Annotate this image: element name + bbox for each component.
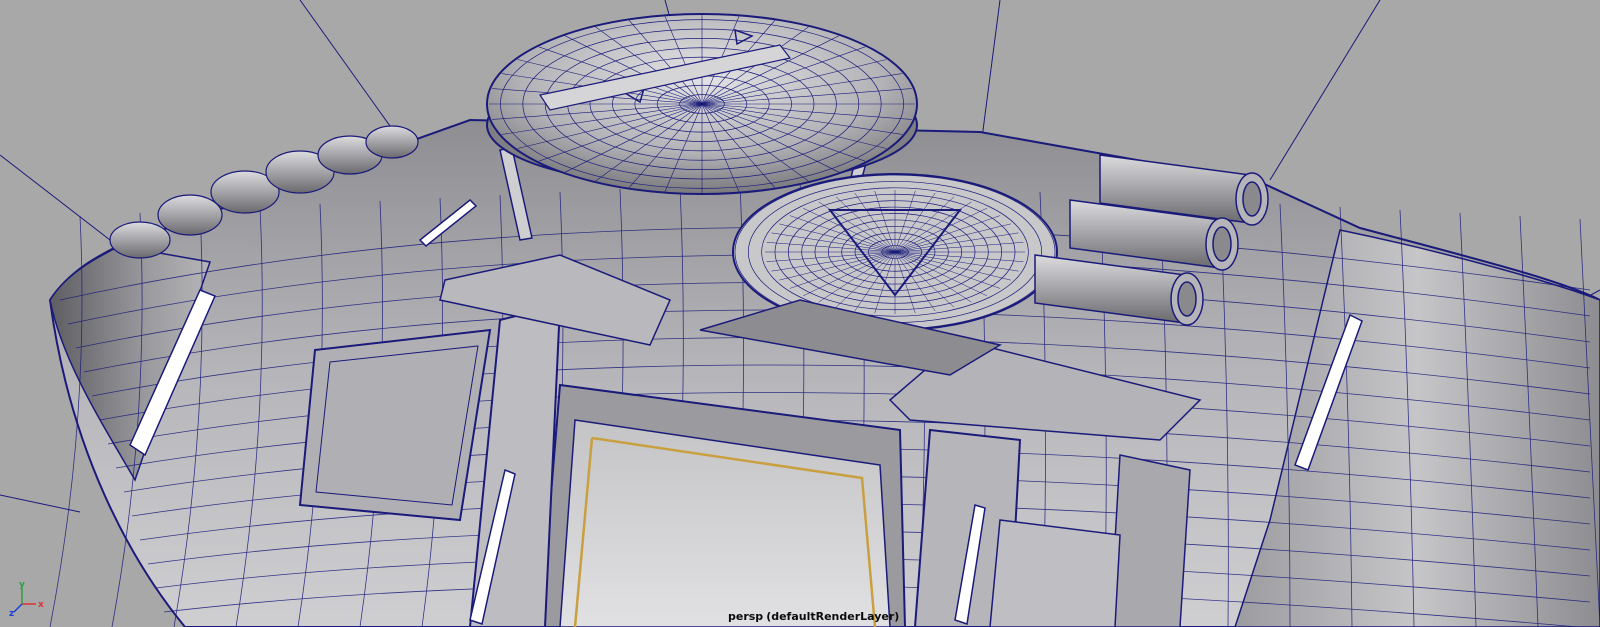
left-hatch-panel <box>298 328 492 522</box>
camera-name: persp <box>728 610 764 623</box>
top-disc-antenna <box>486 13 918 195</box>
camera-name-label: persp (defaultRenderLayer) <box>728 610 899 623</box>
thruster-nozzle-inner <box>1177 281 1197 317</box>
maya-persp-viewport[interactable]: x y z persp (defaultRenderLayer) <box>0 0 1600 627</box>
thruster-nozzle-inner <box>1242 181 1262 217</box>
xyz-axis-icon: x y z <box>9 580 44 618</box>
axis-z-label: z <box>9 609 14 618</box>
thruster-nozzle-inner <box>1212 226 1232 262</box>
right-side-door <box>989 519 1121 627</box>
axis-y-label: y <box>19 580 25 590</box>
axis-x-label: x <box>38 600 44 610</box>
render-layer-name: (defaultRenderLayer) <box>766 610 900 623</box>
scene-canvas[interactable] <box>0 0 1600 627</box>
